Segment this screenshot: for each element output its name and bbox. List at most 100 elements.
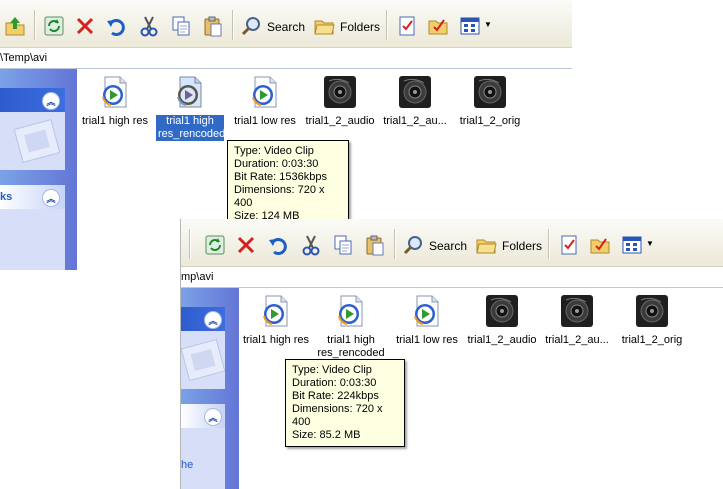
copy-icon <box>170 15 192 37</box>
file-label: trial1_2_audio <box>305 115 375 127</box>
task-pane-section: ks ︽ <box>0 185 65 270</box>
search-button[interactable] <box>400 232 426 258</box>
tooltip-duration: Duration: 0:03:30 <box>292 377 377 389</box>
file-item[interactable]: trial1 high res_rencoded <box>149 75 231 141</box>
task-pane-section-label: ks <box>0 191 13 203</box>
file-item[interactable]: trial1 low res <box>386 294 468 347</box>
file-item[interactable]: trial1 high res <box>74 75 156 128</box>
folders-button[interactable] <box>473 232 499 258</box>
toolbar-separator <box>394 229 395 259</box>
tooltip-bitrate: Bit Rate: 224kbps <box>292 390 379 402</box>
chevron-down-icon[interactable]: ▼ <box>484 20 492 29</box>
collapse-chevron-icon[interactable]: ︽ <box>42 189 60 207</box>
paste-button[interactable] <box>200 13 226 39</box>
search-label[interactable]: Search <box>429 239 467 253</box>
folder-options-button[interactable] <box>425 13 451 39</box>
video-file-icon <box>334 294 368 328</box>
undo-icon <box>267 234 289 256</box>
task-pane-section: ︽ <box>181 307 225 389</box>
undo-button[interactable] <box>265 232 291 258</box>
film-watermark-icon <box>14 119 60 163</box>
address-path: \Temp\avi <box>0 52 48 64</box>
address-bar[interactable]: \Temp\avi <box>0 48 572 69</box>
undo-button[interactable] <box>103 13 129 39</box>
properties-button[interactable] <box>394 13 420 39</box>
file-item[interactable]: trial1 high res_rencoded <box>310 294 392 360</box>
tooltip-type: Type: Video Clip <box>234 145 314 157</box>
toolbar-separator <box>386 10 387 40</box>
task-pane-section: ︽ <box>0 88 65 170</box>
toolbar: Search Folders ▼ <box>0 0 572 48</box>
refresh-button[interactable] <box>41 13 67 39</box>
folder-icon <box>313 15 335 37</box>
copy-button[interactable] <box>330 232 356 258</box>
refresh-button[interactable] <box>202 232 228 258</box>
task-pane: ︽ ks ︽ <box>0 69 77 270</box>
address-path: mp\avi <box>181 271 214 283</box>
file-item[interactable]: trial1_2_au... <box>536 294 618 347</box>
toolbar-separator <box>34 10 35 40</box>
task-pane-link-text[interactable]: he <box>181 459 193 471</box>
file-label: trial1 high res_rencoded <box>317 334 385 359</box>
paste-icon <box>202 15 224 37</box>
file-info-tooltip: Type: Video Clip Duration: 0:03:30 Bit R… <box>285 359 405 447</box>
folder-up-icon <box>4 15 26 37</box>
folders-label[interactable]: Folders <box>502 239 542 253</box>
collapse-chevron-icon[interactable]: ︽ <box>42 92 60 110</box>
toolbar-separator <box>189 229 190 259</box>
folders-button[interactable] <box>311 13 337 39</box>
folders-label[interactable]: Folders <box>340 20 380 34</box>
paste-button[interactable] <box>362 232 388 258</box>
undo-icon <box>105 15 127 37</box>
views-button[interactable] <box>457 13 483 39</box>
explorer-window-bottom: Search Folders ▼ mp\avi ︽ ︽ he trial1 hi… <box>180 219 723 489</box>
folder-check-icon <box>427 15 449 37</box>
views-grid-icon <box>621 234 643 256</box>
folder-icon <box>475 234 497 256</box>
tooltip-dimensions: Dimensions: 720 x 400 <box>292 403 383 428</box>
folder-check-icon <box>589 234 611 256</box>
file-item[interactable]: trial1 high res <box>235 294 317 347</box>
file-item[interactable]: trial1_2_au... <box>374 75 456 128</box>
delete-button[interactable] <box>72 13 98 39</box>
collapse-chevron-icon[interactable]: ︽ <box>204 311 222 329</box>
task-pane: ︽ ︽ he <box>181 288 239 489</box>
file-label: trial1 high res <box>242 334 310 346</box>
file-item[interactable]: trial1_2_orig <box>611 294 693 347</box>
copy-button[interactable] <box>168 13 194 39</box>
film-watermark-icon <box>181 339 225 381</box>
file-item[interactable]: trial1_2_orig <box>449 75 531 128</box>
toolbar: Search Folders ▼ <box>181 219 723 267</box>
chevron-down-icon[interactable]: ▼ <box>646 239 654 248</box>
delete-x-icon <box>235 234 257 256</box>
refresh-icon <box>204 234 226 256</box>
toolbar-separator <box>548 229 549 259</box>
properties-button[interactable] <box>556 232 582 258</box>
search-button[interactable] <box>238 13 264 39</box>
cut-button[interactable] <box>298 232 324 258</box>
video-file-icon <box>98 75 132 109</box>
search-label[interactable]: Search <box>267 20 305 34</box>
search-icon <box>402 234 424 256</box>
views-button[interactable] <box>619 232 645 258</box>
folder-options-button[interactable] <box>587 232 613 258</box>
cut-button[interactable] <box>136 13 162 39</box>
file-label: trial1_2_au... <box>545 334 609 346</box>
address-bar[interactable]: mp\avi <box>181 267 723 288</box>
file-info-tooltip: Type: Video Clip Duration: 0:03:30 Bit R… <box>227 140 349 228</box>
tooltip-size: Size: 85.2 MB <box>292 429 361 441</box>
tooltip-bitrate: Bit Rate: 1536kbps <box>234 171 327 183</box>
file-item[interactable]: trial1 low res <box>224 75 306 128</box>
up-folder-button[interactable] <box>2 13 28 39</box>
collapse-chevron-icon[interactable]: ︽ <box>204 408 222 426</box>
file-label: trial1_2_audio <box>467 334 537 346</box>
refresh-icon <box>43 15 65 37</box>
delete-x-icon <box>74 15 96 37</box>
audio-file-icon <box>473 75 507 109</box>
checklist-icon <box>396 15 418 37</box>
video-file-icon <box>259 294 293 328</box>
file-item[interactable]: trial1_2_audio <box>299 75 381 128</box>
file-item[interactable]: trial1_2_audio <box>461 294 543 347</box>
file-label: trial1_2_orig <box>621 334 683 346</box>
delete-button[interactable] <box>233 232 259 258</box>
